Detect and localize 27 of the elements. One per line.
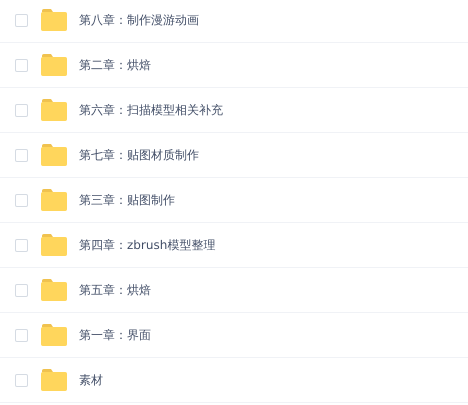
folder-icon bbox=[41, 369, 67, 391]
folder-name[interactable]: 第七章：贴图材质制作 bbox=[79, 146, 199, 164]
folder-icon bbox=[41, 234, 67, 256]
folder-name[interactable]: 第一章：界面 bbox=[79, 326, 151, 344]
folder-icon bbox=[41, 99, 67, 121]
checkbox[interactable] bbox=[15, 14, 28, 26]
folder-name[interactable]: 素材 bbox=[79, 372, 103, 388]
folder-icon bbox=[41, 144, 67, 166]
checkbox[interactable] bbox=[15, 328, 28, 342]
folder-icon bbox=[41, 9, 67, 31]
folder-name[interactable]: 第六章：扫描模型相关补充 bbox=[79, 102, 223, 118]
folder-name[interactable]: 第三章：贴图制作 bbox=[79, 192, 175, 208]
folder-name[interactable]: 第四章：zbrush模型整理 bbox=[79, 236, 216, 254]
folder-icon bbox=[41, 54, 67, 76]
checkbox[interactable] bbox=[15, 374, 28, 386]
folder-name[interactable]: 第五章：烘焙 bbox=[79, 282, 151, 298]
folder-icon bbox=[41, 279, 67, 301]
folder-icon bbox=[41, 189, 67, 211]
checkbox[interactable] bbox=[15, 104, 28, 116]
folder-name[interactable]: 第八章：制作漫游动画 bbox=[79, 12, 199, 28]
checkbox[interactable] bbox=[15, 284, 28, 296]
checkbox[interactable] bbox=[15, 194, 28, 206]
checkbox[interactable] bbox=[15, 148, 28, 162]
checkbox[interactable] bbox=[15, 238, 28, 252]
folder-name[interactable]: 第二章：烘焙 bbox=[79, 56, 151, 74]
folder-icon bbox=[41, 324, 67, 346]
checkbox[interactable] bbox=[15, 58, 28, 72]
